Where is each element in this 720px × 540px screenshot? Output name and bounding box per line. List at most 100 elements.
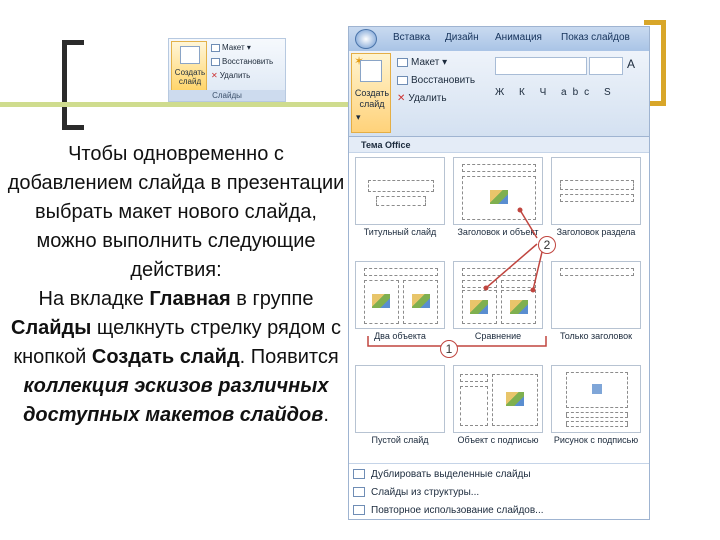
menu-label: Дублировать выделенные слайды [371, 469, 531, 480]
instruction-intro: Чтобы одновременно с добавлением слайда … [7, 143, 345, 281]
title-placeholder [368, 180, 434, 192]
instruction-text: Чтобы одновременно с добавлением слайда … [4, 140, 348, 430]
new-slide-icon [180, 46, 200, 64]
tab-insert[interactable]: Вставка [393, 32, 430, 43]
menu-label: Повторное использование слайдов... [371, 505, 544, 516]
layout-thumb-comparison[interactable] [453, 261, 543, 329]
format-buttons[interactable]: Ж К Ч abc S [495, 87, 617, 98]
chevron-down-icon[interactable]: ▾ [356, 112, 361, 123]
layout-thumb-title-content[interactable] [453, 157, 543, 225]
menu-reuse-slides[interactable]: Повторное использование слайдов... [353, 503, 544, 519]
powerpoint-screenshot: Вставка Дизайн Анимация Показ слайдов ✶ … [348, 26, 650, 520]
layout-thumb-title[interactable] [355, 157, 445, 225]
layout-thumb-title-only[interactable] [551, 261, 641, 329]
mini-layout-label: Макет [222, 43, 245, 52]
delete-icon: ✕ [397, 93, 406, 104]
layout-thumb-content-caption[interactable] [453, 365, 543, 433]
mini-new-slide-label: Создать слайд [174, 68, 206, 86]
delete-button[interactable]: ✕ Удалить [397, 91, 447, 107]
text-placeholder [560, 194, 634, 202]
grow-font-icon[interactable]: A [627, 57, 635, 71]
layout-caption: Только заголовок [559, 331, 633, 341]
mini-ribbon-slides-group: Создать слайд Макет ▾ Восстановить ✕ Удал… [168, 38, 286, 102]
layout-caption: Титульный слайд [363, 227, 437, 237]
layout-thumb-two-content[interactable] [355, 261, 445, 329]
font-size-combobox[interactable] [589, 57, 623, 75]
title-placeholder [460, 374, 488, 382]
content-icon [490, 190, 508, 204]
title-placeholder [462, 268, 536, 276]
text-placeholder [460, 386, 488, 426]
layout-caption: Рисунок с подписью [553, 435, 639, 445]
tab-design[interactable]: Дизайн [445, 32, 479, 43]
text-home-tab: Главная [149, 288, 231, 310]
callout-number-2: 2 [538, 236, 556, 254]
text-run: в группе [230, 288, 314, 310]
tab-slideshow[interactable]: Показ слайдов [561, 32, 630, 43]
left-bracket-decoration [62, 40, 84, 130]
reset-icon [397, 75, 408, 85]
content-icon [506, 392, 524, 406]
new-slide-label: Создать слайд [354, 88, 390, 109]
picture-icon [592, 384, 602, 394]
layout-icon [211, 43, 220, 52]
content-icon [412, 294, 430, 308]
text-run: . Появится [239, 346, 339, 368]
reset-button[interactable]: Восстановить [397, 73, 475, 89]
text-gallery: коллекция эскизов различных доступных ма… [23, 375, 329, 426]
new-slide-button[interactable]: ✶ Создать слайд ▾ [351, 53, 391, 133]
layout-thumb-section[interactable] [551, 157, 641, 225]
layout-caption: Два объекта [374, 331, 426, 341]
delete-label: Удалить [408, 93, 447, 104]
title-placeholder [560, 180, 634, 190]
new-slide-icon [360, 60, 382, 82]
layout-thumb-blank[interactable] [355, 365, 445, 433]
duplicate-icon [353, 469, 365, 480]
delete-icon: ✕ [211, 71, 218, 80]
layout-caption: Сравнение [474, 331, 522, 341]
content-icon [510, 300, 528, 314]
layout-gallery: Тема Office Титульный слайд Заголовок и … [349, 137, 649, 519]
menu-divider [349, 463, 649, 464]
reset-label: Восстановить [411, 75, 476, 86]
reuse-icon [353, 505, 365, 516]
reset-icon [211, 57, 220, 66]
tab-animation[interactable]: Анимация [495, 32, 542, 43]
title-placeholder [566, 412, 628, 418]
layout-button[interactable]: Макет ▾ [397, 55, 447, 71]
title-placeholder [462, 164, 536, 172]
text-run: . [323, 404, 329, 426]
gallery-header: Тема Office [349, 137, 649, 153]
outline-icon [353, 487, 365, 498]
callout-number-1: 1 [440, 340, 458, 358]
mini-delete-label: Удалить [219, 71, 251, 80]
text-placeholder [566, 421, 628, 427]
accent-line [0, 102, 362, 107]
menu-duplicate-slides[interactable]: Дублировать выделенные слайды [353, 467, 531, 483]
mini-layout-button[interactable]: Макет ▾ [211, 41, 251, 54]
layout-icon [397, 57, 408, 67]
mini-delete-button[interactable]: ✕ Удалить [211, 69, 250, 82]
text-run: На вкладке [38, 288, 150, 310]
font-name-combobox[interactable] [495, 57, 587, 75]
title-placeholder [560, 268, 634, 276]
layout-caption: Объект с подписью [457, 435, 539, 445]
content-icon [372, 294, 390, 308]
text-new-slide: Создать слайд [91, 346, 240, 368]
mini-reset-button[interactable]: Восстановить [211, 55, 273, 68]
mini-group-label: Слайды [169, 90, 285, 101]
layout-caption: Заголовок раздела [556, 227, 636, 237]
ribbon-home: ✶ Создать слайд ▾ Макет ▾ Восстановить ✕… [349, 51, 649, 137]
mini-new-slide-button[interactable]: Создать слайд [171, 41, 207, 91]
layout-caption: Заголовок и объект [457, 227, 539, 237]
mini-reset-label: Восстановить [222, 57, 274, 66]
heading-placeholder [501, 280, 536, 288]
menu-label: Слайды из структуры... [371, 487, 480, 498]
layout-label: Макет [411, 57, 440, 68]
ribbon-tabs: Вставка Дизайн Анимация Показ слайдов [349, 27, 649, 51]
subtitle-placeholder [376, 196, 426, 206]
layout-thumb-picture-caption[interactable] [551, 365, 641, 433]
office-button[interactable] [355, 29, 377, 49]
heading-placeholder [462, 280, 497, 288]
menu-slides-from-outline[interactable]: Слайды из структуры... [353, 485, 479, 501]
